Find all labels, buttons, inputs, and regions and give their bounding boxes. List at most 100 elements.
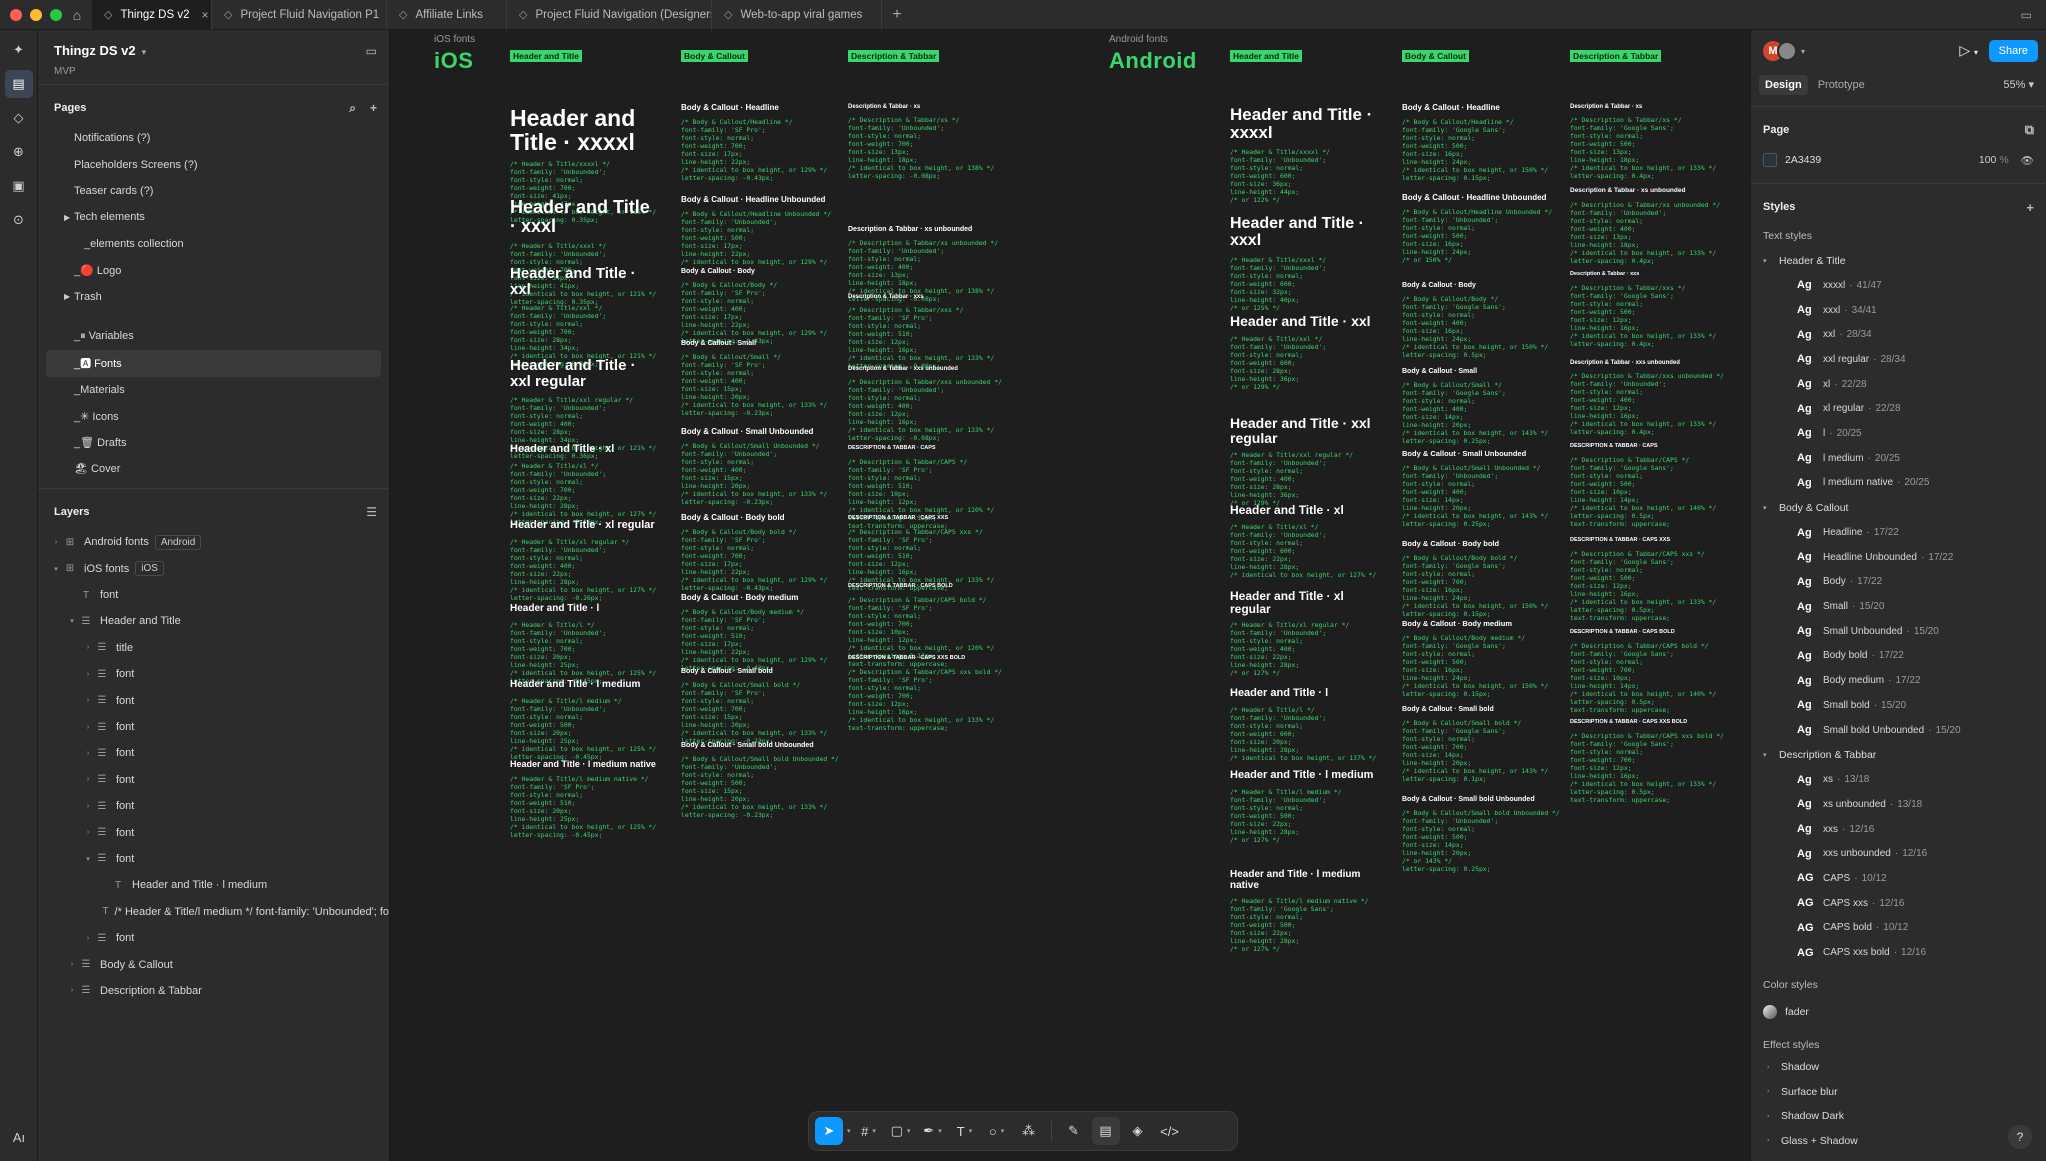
type-spec-card[interactable]: Header and Title · xl regular /* Header &… xyxy=(510,519,660,601)
type-spec-card[interactable]: Body & Callout · Body medium /* Body & Ca… xyxy=(681,593,831,672)
type-spec-card[interactable]: Description & Tabbar · xxs /* Description… xyxy=(1570,271,1720,348)
type-spec-card[interactable]: Header and Title · l /* Header & Title/l … xyxy=(510,603,660,684)
eye-icon[interactable]: 👁 xyxy=(2021,154,2034,167)
text-style-item[interactable]: AG CAPS xxs · 12/16 xyxy=(1763,891,2034,916)
ai-icon[interactable]: Aı xyxy=(5,1123,33,1151)
type-spec-card[interactable]: Header and Title · xxl/* Header & Title/… xyxy=(510,266,660,368)
layer-row[interactable]: › ☰ font xyxy=(38,740,389,766)
type-spec-card[interactable]: Header and Title · xl regular /* Header &… xyxy=(1230,590,1380,678)
page-item[interactable]: ▶ Trash xyxy=(46,283,381,309)
move-tool-icon[interactable]: ➤ xyxy=(815,1117,843,1145)
figma-menu-icon[interactable]: ✦ xyxy=(5,36,33,64)
type-spec-card[interactable]: DESCRIPTION & TABBAR · CAPS /* Descriptio… xyxy=(1570,443,1720,528)
chevron-right-icon[interactable]: › xyxy=(1767,1088,1781,1095)
page-settings-icon[interactable]: ⧉ xyxy=(2025,122,2034,138)
page-color-swatch[interactable] xyxy=(1763,153,1777,167)
type-spec-card[interactable]: Description & Tabbar · xs unbounded/* De… xyxy=(1570,187,1720,265)
type-spec-card[interactable]: Description & Tabbar · xs /* Description … xyxy=(848,104,998,180)
type-spec-card[interactable]: Header and Title · xl /* Header & Title/x… xyxy=(510,443,660,525)
maximize-window-button[interactable] xyxy=(50,8,62,21)
component-mode-icon[interactable]: ◈ xyxy=(1124,1117,1152,1145)
type-spec-card[interactable]: DESCRIPTION & TABBAR · CAPS XXS BOLD /* D… xyxy=(1570,719,1724,804)
collapse-layers-icon[interactable]: ☰ xyxy=(366,505,377,519)
effect-style-item[interactable]: ›Glass + Shadow + Dark xyxy=(1763,1153,2034,1161)
layer-row[interactable]: T Header and Title · l medium xyxy=(38,872,389,898)
ios-frame-label[interactable]: iOS fonts xyxy=(434,34,475,45)
page-item[interactable]: _🔴 Logo xyxy=(46,257,381,283)
layer-row[interactable]: T /* Header & Title/l medium */ font-fami… xyxy=(38,899,389,925)
text-style-item[interactable]: Ag Body bold · 17/22 xyxy=(1763,644,2034,669)
type-spec-card[interactable]: Body & Callout · Small bold Unbounded /* … xyxy=(681,742,839,819)
text-style-item[interactable]: Ag Body medium · 17/22 xyxy=(1763,668,2034,693)
text-style-item[interactable]: Ag Small Unbounded · 15/20 xyxy=(1763,619,2034,644)
chevron-down-icon[interactable]: ▾ xyxy=(847,1127,851,1135)
page-opacity[interactable]: 100 % xyxy=(1979,154,2009,166)
layer-row[interactable]: › ☰ Description & Tabbar xyxy=(38,978,389,1004)
present-play-icon[interactable]: ▷ ▾ xyxy=(1959,42,1978,59)
type-spec-card[interactable]: Header and Title · xxxxl /* Header & Titl… xyxy=(1230,106,1380,204)
text-style-group[interactable]: ▾ Header & Title xyxy=(1763,248,2034,273)
chevron-right-icon[interactable]: › xyxy=(82,776,94,783)
text-style-item[interactable]: AG CAPS · 10/12 xyxy=(1763,866,2034,891)
type-spec-card[interactable]: Description & Tabbar · xs unbounded/* De… xyxy=(848,226,998,303)
text-style-item[interactable]: Ag Headline Unbounded · 17/22 xyxy=(1763,545,2034,570)
assets-icon[interactable]: ▣ xyxy=(5,172,33,200)
text-tool-icon[interactable]: T ▾ xyxy=(951,1117,979,1145)
type-spec-card[interactable]: Body & Callout · Body medium /* Body & Ca… xyxy=(1402,620,1552,698)
text-style-item[interactable]: Ag Small bold Unbounded · 15/20 xyxy=(1763,718,2034,743)
panel-toggle-icon[interactable]: ▭ xyxy=(366,44,377,58)
chevron-right-icon[interactable]: › xyxy=(1767,1113,1781,1120)
type-spec-card[interactable]: Description & Tabbar · xxs /* Description… xyxy=(848,294,998,370)
text-style-item[interactable]: Ag l · 20/25 xyxy=(1763,421,2034,446)
layer-row[interactable]: › ☰ font xyxy=(38,925,389,951)
type-spec-card[interactable]: Body & Callout · Small bold Unbounded /* … xyxy=(1402,796,1560,873)
zoom-level[interactable]: 55% ▾ xyxy=(2003,78,2034,91)
type-spec-card[interactable]: Header and Title · l /* Header & Title/l … xyxy=(1230,687,1380,761)
type-spec-card[interactable]: Body & Callout · Small Unbounded /* Body … xyxy=(681,427,831,506)
text-style-item[interactable]: Ag Body · 17/22 xyxy=(1763,570,2034,595)
chevron-down-icon[interactable]: ▾ xyxy=(82,855,94,863)
file-tab[interactable]: ◇ Thingz DS v2 × xyxy=(92,0,212,30)
type-spec-card[interactable]: Body & Callout · Small bold /* Body & Cal… xyxy=(681,668,831,745)
text-style-item[interactable]: Ag xs unbounded · 13/18 xyxy=(1763,792,2034,817)
type-spec-card[interactable]: Header and Title · xxl regular /* Header … xyxy=(1230,416,1380,508)
page-item[interactable]: Notifications (?) xyxy=(46,125,381,151)
search-icon[interactable]: ⌕ xyxy=(349,101,356,116)
chevron-right-icon[interactable]: › xyxy=(82,697,94,704)
type-spec-card[interactable]: Description & Tabbar · xxs unbounded /* D… xyxy=(1570,360,1724,436)
text-style-item[interactable]: Ag l medium · 20/25 xyxy=(1763,446,2034,471)
chevron-right-icon[interactable]: › xyxy=(82,724,94,731)
chevron-right-icon[interactable]: › xyxy=(82,750,94,757)
type-spec-card[interactable]: DESCRIPTION & TABBAR · CAPS XXS BOLD /* D… xyxy=(848,655,1002,732)
text-style-item[interactable]: Ag Small · 15/20 xyxy=(1763,594,2034,619)
page-item[interactable]: 🏖 Cover xyxy=(46,456,381,482)
variables-icon[interactable]: ⊙ xyxy=(5,206,33,234)
page-item[interactable]: _✳ Icons xyxy=(46,403,381,429)
type-spec-card[interactable]: Header and Title · xl /* Header & Title/x… xyxy=(1230,504,1380,579)
home-icon[interactable]: ⌂ xyxy=(62,0,92,30)
type-spec-card[interactable]: Body & Callout · Small bold /* Body & Cal… xyxy=(1402,706,1552,783)
layer-row[interactable]: › ☰ font xyxy=(38,793,389,819)
page-item[interactable]: _⏸ Variables xyxy=(46,324,381,350)
layer-row[interactable]: › ☰ title xyxy=(38,635,389,661)
chevron-right-icon[interactable]: › xyxy=(66,961,78,968)
tab-prototype[interactable]: Prototype xyxy=(1812,75,1871,95)
text-style-item[interactable]: Ag xl regular · 22/28 xyxy=(1763,396,2034,421)
file-tab[interactable]: ◇ Affiliate Links xyxy=(387,0,507,30)
layer-row[interactable]: › ☰ font xyxy=(38,661,389,687)
components-icon[interactable]: ◇ xyxy=(5,104,33,132)
type-spec-card[interactable]: Body & Callout · Body bold /* Body & Call… xyxy=(681,513,831,592)
text-style-item[interactable]: Ag xxs · 12/16 xyxy=(1763,817,2034,842)
text-style-item[interactable]: Ag xxl · 28/34 xyxy=(1763,322,2034,347)
close-icon[interactable]: × xyxy=(202,8,209,22)
text-style-item[interactable]: Ag xs · 13/18 xyxy=(1763,767,2034,792)
frame-tool-icon[interactable]: # ▾ xyxy=(855,1117,883,1145)
effect-style-item[interactable]: › Surface blur xyxy=(1763,1079,2034,1104)
type-spec-card[interactable]: Header and Title · xxl/* Header & Title/… xyxy=(1230,314,1380,391)
file-tab[interactable]: ◇ Web-to-app viral games xyxy=(712,0,882,30)
text-style-item[interactable]: Ag Headline · 17/22 xyxy=(1763,520,2034,545)
chevron-right-icon[interactable]: › xyxy=(50,539,62,546)
pages-file-icon[interactable]: ▤ xyxy=(4,70,33,98)
color-style-fader[interactable]: fader xyxy=(1763,999,2034,1025)
close-window-button[interactable] xyxy=(10,8,22,21)
